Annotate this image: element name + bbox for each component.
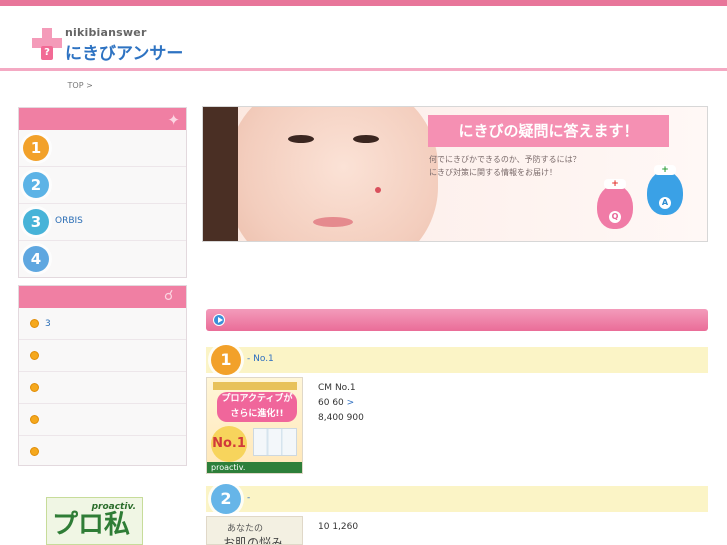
question-mark-icon: ? [41,46,53,60]
breadcrumb: TOP > [31,79,93,90]
top-accent-bar [0,0,727,6]
sidebar-menu-heading: ☌ [19,286,186,308]
sidebar-ranking-heading: ✦ [19,108,186,130]
rank-2-badge-icon: 2 [23,172,49,198]
product-1-description: CM No.1 60 60 > 8,400 900 [318,381,708,455]
sidebar-rank-item[interactable]: 4 [19,241,186,278]
header-divider [0,68,727,71]
product-bottles-image [253,428,297,456]
bird-q-tag: Q [609,211,621,223]
rank-2-medal-icon: 2 [211,484,241,514]
magnifier-icon: ☌ [164,288,174,304]
sidebar-rank-label[interactable]: ORBIS [55,216,83,226]
bullet-icon [30,351,39,360]
product-2-image-line: お肌の悩みは？ [223,536,284,545]
play-arrow-icon [213,314,225,326]
hero-eye-image [353,135,379,143]
bullet-icon [30,415,39,424]
question-bird-mascot-icon: + Q [597,179,633,229]
bullet-icon [30,447,39,456]
sidebar-rank-item[interactable]: 3 ORBIS [19,204,186,241]
answer-bird-mascot-icon: + A [647,165,683,215]
hero-title: にきびの疑問に答えます！ [428,115,669,147]
sidebar-rank-item[interactable]: 2 [19,167,186,204]
product-1-desc-line: 60 60 > [318,396,708,411]
ranking-section-heading [206,309,708,331]
bird-a-tag: A [659,197,671,209]
product-2-image[interactable]: あなたの お肌の悩みは？ [206,516,303,545]
price-b: 900 [346,413,364,423]
product-2-image-line: あなたの [227,524,264,534]
sidebar-ranking-box: ✦ 1 2 3 ORBIS 4 [18,107,187,278]
product-2-header: 2 - [206,484,708,514]
product-1-header: 1 - No.1 [206,345,708,375]
breadcrumb-current: TOP [67,81,84,90]
sidebar-menu-item[interactable] [19,436,186,468]
product-2-desc-line: 10 1,260 [318,520,708,535]
no1-badge-icon: No.1 [211,426,247,462]
sidebar-menu-item[interactable] [19,372,186,404]
bullet-icon [30,383,39,392]
hero-eye-image [288,135,314,143]
desc-b: 1,260 [332,522,359,532]
price-a: 8,400 [318,413,344,423]
desc-no1: No.1 [334,383,356,393]
rank-4-badge-icon: 4 [23,246,49,272]
rank-1-badge-icon: 1 [23,135,49,161]
bubble-line: プロアクティブが [221,394,293,404]
breadcrumb-home-link[interactable] [31,79,65,88]
sidebar-menu-item[interactable]: 3 [19,308,186,340]
product-2-description: 10 1,260 [318,520,708,545]
nurse-cap-icon: + [604,179,626,189]
intro-text [213,276,703,288]
sidebar-menu-item[interactable] [19,340,186,372]
site-logo[interactable]: ? nikibianswer にきびアンサー [20,22,200,70]
hero-subtitle: 何でにきびかできるのか、予防するには？ にきび対策に関する情報をお届け！ [429,153,619,185]
product-1-title-b: No.1 [253,354,274,364]
hero-subtitle-line: 何でにきびかできるのか、予防するには？ [429,155,581,164]
product-1-desc-line: CM No.1 [318,381,708,396]
product-1-image[interactable]: プロアクティブが さらに進化!! No.1 proactiv. [206,377,303,474]
product-1-detail-link[interactable]: > [347,398,355,408]
pimple-spot-image [375,187,381,193]
sidebar-menu-label[interactable]: 3 [45,319,51,329]
sidebar-rank-item[interactable]: 1 [19,130,186,167]
product-1-title-link[interactable]: - No.1 [247,354,274,364]
sidebar-ranking-heading-text [29,111,129,121]
rank-1-medal-icon: 1 [211,345,241,375]
desc-60b: 60 [332,398,344,408]
breadcrumb-separator: > [86,81,93,90]
site-tagline [484,9,704,21]
logo-english-text: nikibianswer [65,26,147,39]
product-1-image-bubble: プロアクティブが さらに進化!! [217,392,297,422]
bullet-icon [30,319,39,328]
sidebar-menu-heading-text [29,289,129,299]
sidebar-menu-box: ☌ 3 [18,285,187,466]
desc-60a: 60 [318,398,330,408]
title-separator: - [247,493,251,503]
bubble-line: さらに進化!! [230,409,284,419]
product-1-image-footer: proactiv. [207,462,302,473]
sidebar-menu-item[interactable] [19,404,186,436]
desc-cm: CM [318,383,333,393]
proactiv-side-banner[interactable]: proactiv. プロ私 [46,497,143,545]
rank-3-badge-icon: 3 [23,209,49,235]
logo-japanese-text: にきびアンサー [65,44,184,64]
hero-lips-image [313,217,353,227]
proactiv-banner-text: プロ私 [52,510,131,540]
hero-subtitle-line: にきび対策に関する情報をお届け！ [429,168,557,177]
desc-a: 10 [318,522,330,532]
hero-banner: にきびの疑問に答えます！ 何でにきびかできるのか、予防するには？ にきび対策に関… [202,106,708,242]
nurse-cap-icon: + [654,165,676,175]
product-1-price-line: 8,400 900 [318,411,708,426]
product-1-image-topbar [213,382,297,390]
hero-hair-image [203,107,238,241]
sparkle-icon: ✦ [167,111,180,129]
product-2-title-link[interactable]: - [247,493,250,503]
